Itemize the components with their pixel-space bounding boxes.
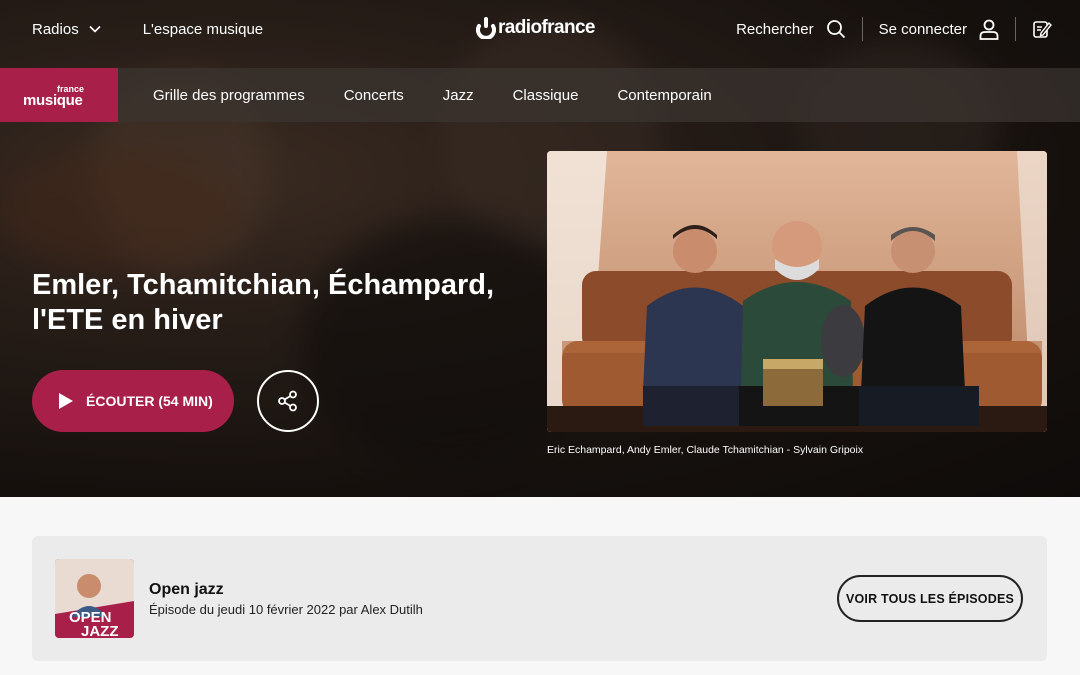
divider <box>1015 17 1016 41</box>
episode-title: Emler, Tchamitchian, Échampard, l'ETE en… <box>32 269 495 336</box>
show-thumbnail[interactable]: OPEN JAZZ <box>55 559 134 638</box>
all-episodes-button[interactable]: VOIR TOUS LES ÉPISODES <box>837 575 1023 622</box>
radiofrance-logo[interactable]: radiofrance <box>476 17 595 39</box>
nav-item-jazz[interactable]: Jazz <box>443 87 474 104</box>
search-icon[interactable] <box>826 19 846 39</box>
photo-caption: Eric Echampard, Andy Emler, Claude Tcham… <box>547 444 864 456</box>
nav-item-classique[interactable]: Classique <box>513 87 579 104</box>
episode-photo <box>547 151 1047 432</box>
nav-item-concerts[interactable]: Concerts <box>344 87 404 104</box>
music-space-link[interactable]: L'espace musique <box>143 21 263 38</box>
france-musique-logo[interactable]: france musique <box>0 68 118 122</box>
episode-info: Épisode du jeudi 10 février 2022 par Ale… <box>149 602 423 617</box>
share-button[interactable] <box>257 370 319 432</box>
nav-item-contemporain[interactable]: Contemporain <box>617 87 711 104</box>
chevron-down-icon <box>89 25 101 33</box>
user-icon[interactable] <box>979 19 999 40</box>
show-name[interactable]: Open jazz <box>149 581 224 599</box>
listen-button[interactable]: ÉCOUTER (54 MIN) <box>32 370 234 432</box>
share-icon <box>278 390 297 412</box>
thumb-text-jazz: JAZZ <box>81 623 119 638</box>
divider <box>861 17 863 41</box>
search-label[interactable]: Rechercher <box>736 21 814 38</box>
radiofrance-mark-icon <box>476 17 496 39</box>
edit-note-icon[interactable] <box>1032 19 1052 39</box>
listen-button-label: ÉCOUTER (54 MIN) <box>86 393 213 409</box>
play-icon <box>59 393 73 409</box>
top-navigation: Radios L'espace musique radiofrance Rech… <box>0 0 1080 58</box>
radios-label: Radios <box>32 20 79 38</box>
radios-menu[interactable]: Radios <box>32 21 101 38</box>
station-navigation: france musique Grille des programmes Con… <box>0 68 1080 122</box>
login-label[interactable]: Se connecter <box>879 21 967 38</box>
nav-item-programmes[interactable]: Grille des programmes <box>153 87 305 104</box>
logo-line-2: musique <box>23 92 83 109</box>
show-card: OPEN JAZZ Open jazz Épisode du jeudi 10 … <box>32 536 1047 661</box>
brand-name: radiofrance <box>498 17 595 38</box>
